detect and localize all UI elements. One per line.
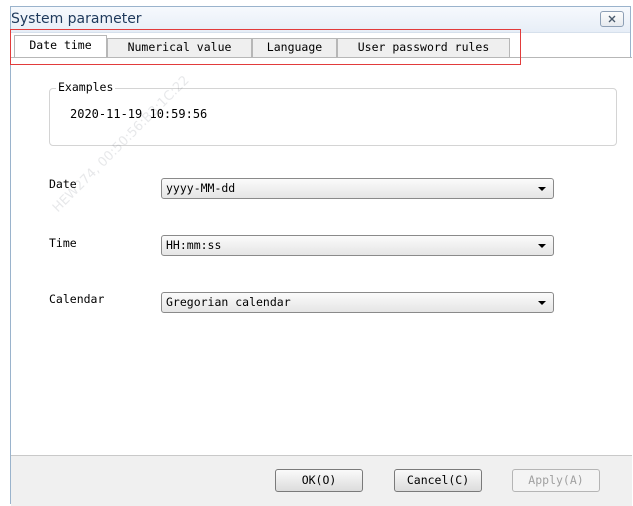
tab-strip: Date time Numerical value Language User … xyxy=(11,34,631,58)
examples-group: Examples 2020-11-19 10:59:56 xyxy=(49,80,617,146)
date-label: Date xyxy=(49,177,77,191)
chevron-down-icon xyxy=(538,244,546,248)
dialog-window: System parameter Date time Numerical val… xyxy=(10,6,632,506)
tab-numerical-value[interactable]: Numerical value xyxy=(107,38,252,57)
title-bar[interactable]: System parameter xyxy=(11,7,630,33)
tab-panel-date-time: Examples 2020-11-19 10:59:56 Date yyyy-M… xyxy=(11,57,632,458)
calendar-value: Gregorian calendar xyxy=(166,295,291,309)
apply-button[interactable]: Apply(A) xyxy=(512,469,600,492)
chevron-down-icon xyxy=(538,301,546,305)
tab-language[interactable]: Language xyxy=(252,38,337,57)
examples-legend: Examples xyxy=(56,80,116,94)
tab-user-password-rules[interactable]: User password rules xyxy=(337,38,510,57)
calendar-select[interactable]: Gregorian calendar xyxy=(161,292,554,313)
close-icon xyxy=(608,15,616,23)
tab-date-time[interactable]: Date time xyxy=(14,35,107,58)
date-format-select[interactable]: yyyy-MM-dd xyxy=(161,178,554,199)
ok-button[interactable]: OK(O) xyxy=(275,469,363,492)
time-format-select[interactable]: HH:mm:ss xyxy=(161,235,554,256)
time-format-value: HH:mm:ss xyxy=(166,238,222,252)
window-title: System parameter xyxy=(11,11,142,27)
cancel-button[interactable]: Cancel(C) xyxy=(394,469,482,492)
date-format-value: yyyy-MM-dd xyxy=(166,181,236,195)
time-label: Time xyxy=(49,236,77,250)
button-bar: OK(O) Cancel(C) Apply(A) xyxy=(11,455,632,506)
close-button[interactable] xyxy=(600,11,624,27)
calendar-label: Calendar xyxy=(49,292,105,306)
chevron-down-icon xyxy=(538,187,546,191)
example-datetime-value: 2020-11-19 10:59:56 xyxy=(70,107,208,121)
